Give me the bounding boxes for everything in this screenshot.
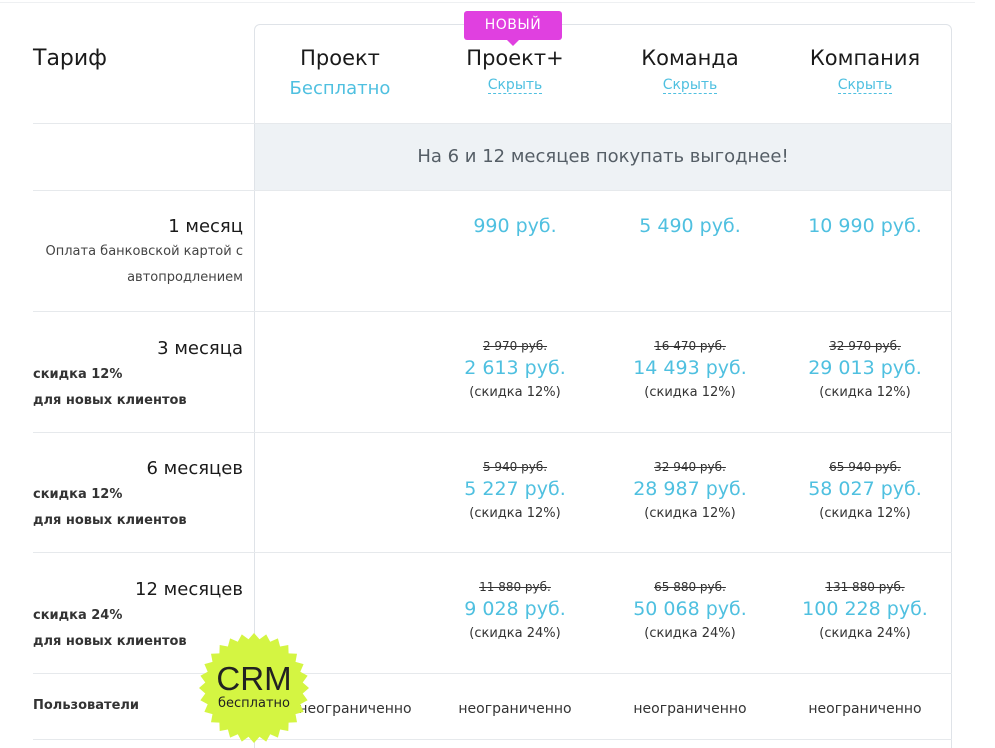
price: 58 027 руб. [808,478,922,500]
discount-note: (скидка 12%) [469,506,561,521]
hide-link[interactable]: Скрыть [487,77,543,94]
price: 9 028 руб. [464,598,566,620]
old-price: 65 940 руб. [829,460,901,474]
row-divider [33,673,952,674]
old-price: 11 880 руб. [479,580,551,594]
top-divider [0,2,975,3]
users-value: неограниченно [808,701,922,717]
price-cell: 5 940 руб. 5 227 руб. (скидка 12%) [430,460,600,521]
discount-audience: для новых клиентов [33,393,187,408]
price: 990 руб. [473,215,557,237]
discount-note: (скидка 12%) [644,385,736,400]
hide-link[interactable]: Скрыть [662,77,718,94]
discount-note: (скидка 12%) [819,385,911,400]
plan-header-project-plus: Проект+ Скрыть [430,46,600,94]
price-cell: 11 880 руб. 9 028 руб. (скидка 24%) [430,580,600,641]
plan-name: Проект+ [466,46,564,70]
period-label: 6 месяцев [146,458,244,479]
tariff-label: Тариф [33,46,107,71]
discount-note: (скидка 12%) [469,385,561,400]
row-label-6-months: 6 месяцев скидка 12% для новых клиентов [33,458,243,534]
row-divider [33,190,952,191]
users-label: Пользователи [33,698,140,713]
price-cell: 16 470 руб. 14 493 руб. (скидка 12%) [605,339,775,400]
plan-name: Компания [809,46,921,70]
row-divider [33,311,952,312]
discount-audience: для новых клиентов [33,513,187,528]
pricing-page: Тариф НОВЫЙ Проект Бесплатно Проект+ Скр… [0,0,995,748]
price-cell: 990 руб. [430,215,600,237]
discount-label: скидка 12% [33,367,123,382]
old-price: 65 880 руб. [654,580,726,594]
price: 28 987 руб. [633,478,747,500]
price: 14 493 руб. [633,357,747,379]
price-cell: 2 970 руб. 2 613 руб. (скидка 12%) [430,339,600,400]
plan-header-project: Проект Бесплатно [255,46,425,99]
hide-link[interactable]: Скрыть [837,77,893,94]
users-value: неограниченно [458,701,572,717]
discount-note: (скидка 24%) [644,626,736,641]
price: 29 013 руб. [808,357,922,379]
period-label: 1 месяц [168,216,243,237]
price-cell: 32 940 руб. 28 987 руб. (скидка 12%) [605,460,775,521]
discount-note: (скидка 12%) [644,506,736,521]
new-badge: НОВЫЙ [464,11,562,46]
price-cell: 32 970 руб. 29 013 руб. (скидка 12%) [780,339,950,400]
promo-banner: На 6 и 12 месяцев покупать выгоднее! [255,124,951,190]
row-label-1-month: 1 месяц Оплата банковской картой с автоп… [33,216,244,291]
price: 5 490 руб. [639,215,741,237]
discount-label: скидка 12% [33,487,123,502]
period-label: 12 месяцев [135,579,243,600]
old-price: 32 970 руб. [829,339,901,353]
plan-free-label: Бесплатно [289,78,391,99]
price-cell: 65 940 руб. 58 027 руб. (скидка 12%) [780,460,950,521]
row-divider [33,552,952,553]
old-price: 5 940 руб. [482,460,548,474]
old-price: 2 970 руб. [482,339,548,353]
price: 50 068 руб. [633,598,747,620]
price-cell: 131 880 руб. 100 228 руб. (скидка 24%) [780,580,950,641]
crm-seal-subtitle: бесплатно [218,696,290,711]
row-divider [33,432,952,433]
discount-label: скидка 24% [33,608,123,623]
plan-header-team: Команда Скрыть [605,46,775,94]
price-cell: 5 490 руб. [605,215,775,237]
period-label: 3 месяца [157,338,243,359]
price: 5 227 руб. [464,478,566,500]
row-label-3-months: 3 месяца скидка 12% для новых клиентов [33,338,243,414]
discount-note: (скидка 24%) [469,626,561,641]
old-price: 131 880 руб. [825,580,905,594]
plan-name: Проект [300,46,380,70]
price-cell: 65 880 руб. 50 068 руб. (скидка 24%) [605,580,775,641]
crm-seal-title: CRM [216,660,292,697]
old-price: 16 470 руб. [654,339,726,353]
discount-note: (скидка 24%) [819,626,911,641]
row-divider [33,739,952,740]
plan-name: Команда [641,46,739,70]
price: 10 990 руб. [808,215,922,237]
price: 100 228 руб. [802,598,928,620]
plan-header-company: Компания Скрыть [780,46,950,94]
old-price: 32 940 руб. [654,460,726,474]
discount-note: (скидка 12%) [819,506,911,521]
price: 2 613 руб. [464,357,566,379]
users-value: неограниченно [633,701,747,717]
price-cell: 10 990 руб. [780,215,950,237]
period-note: Оплата банковской картой с автопродление… [45,244,244,285]
